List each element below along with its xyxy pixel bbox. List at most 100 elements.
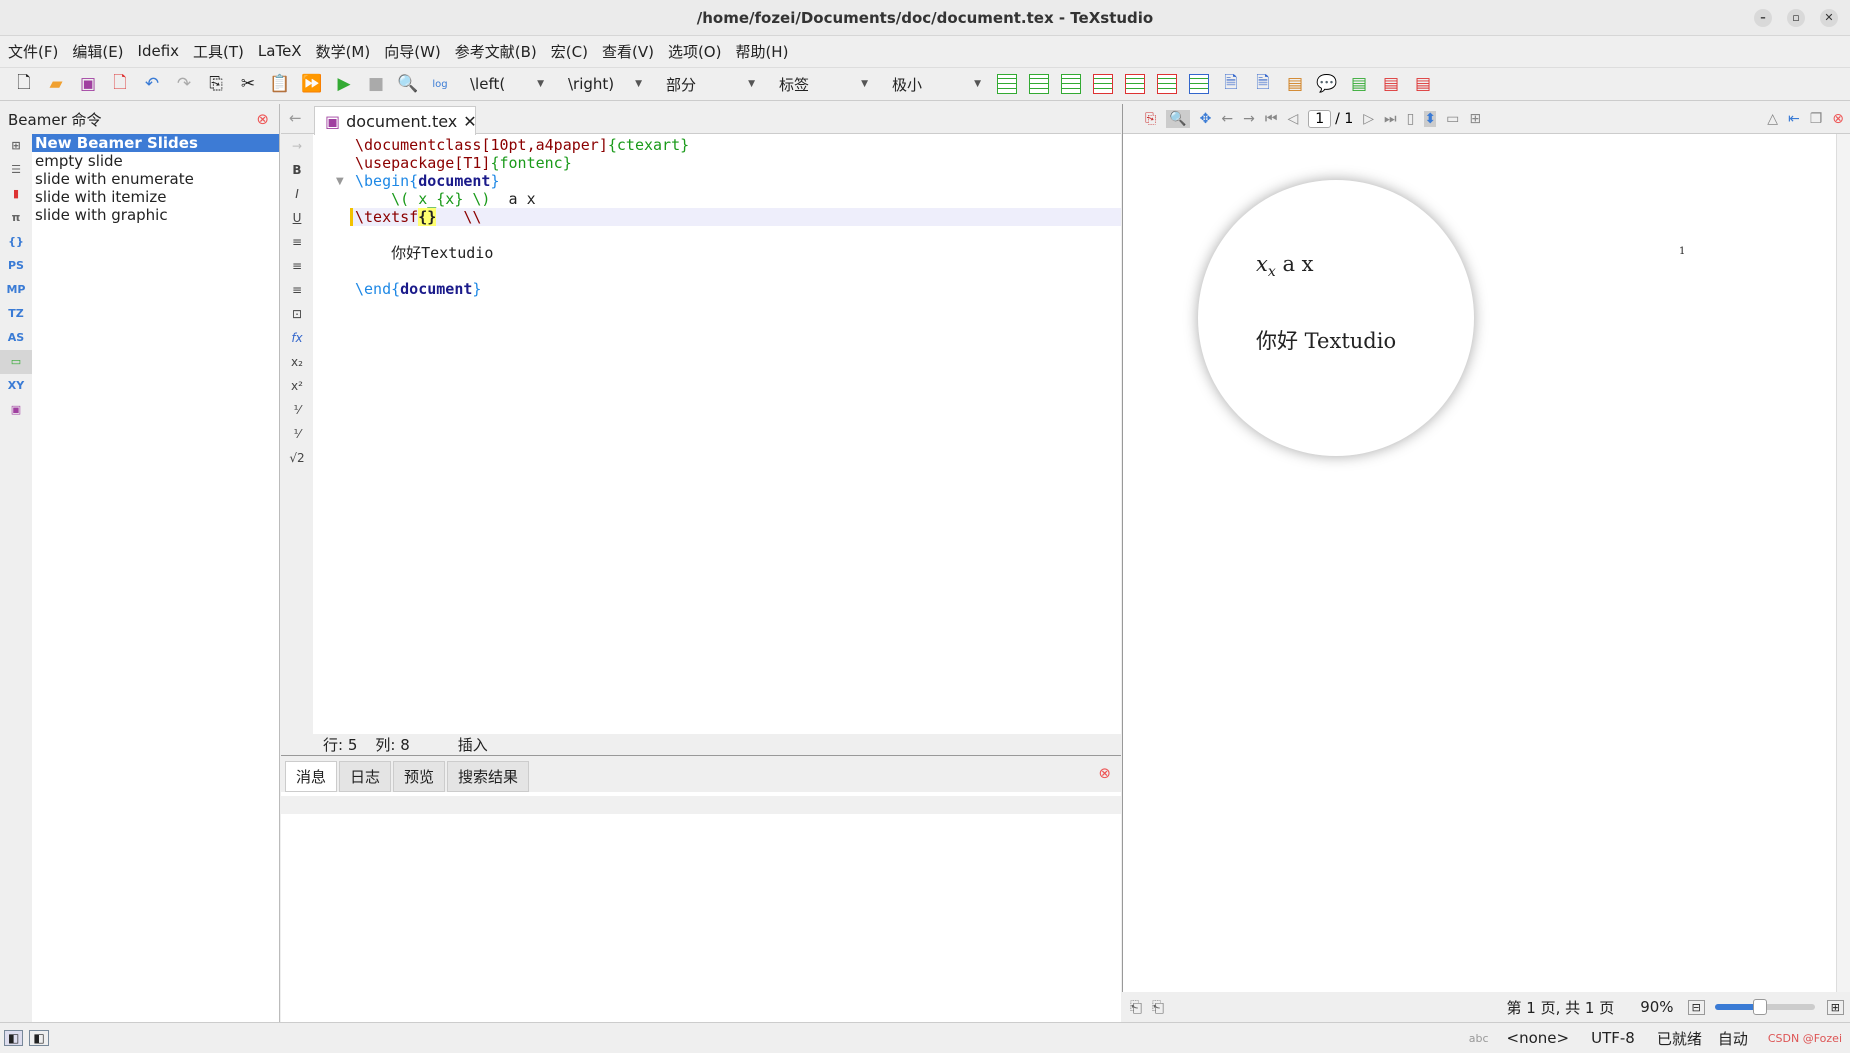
encoding-selector[interactable]: UTF-8 [1591, 1029, 1635, 1047]
brackets-icon[interactable]: {} [0, 230, 32, 254]
open-folder-icon[interactable]: ▰ [44, 72, 68, 96]
text-box-icon[interactable]: ▤ [1283, 72, 1307, 96]
menu-idefix[interactable]: Idefix [138, 42, 180, 60]
comment-icon[interactable]: 💬 [1315, 72, 1339, 96]
forward-icon[interactable]: → [1243, 111, 1255, 127]
auto-mode[interactable]: 自动 [1718, 1028, 1748, 1049]
menu-bibliography[interactable]: 参考文献(B) [455, 41, 537, 62]
language-selector[interactable]: <none> [1507, 1029, 1570, 1047]
tab-search-results[interactable]: 搜索结果 [447, 761, 530, 792]
close-button[interactable]: ✕ [1820, 9, 1838, 27]
code-line[interactable]: 你好Textudio [353, 244, 1121, 262]
text-red2-icon[interactable]: ▤ [1411, 72, 1435, 96]
cut-icon[interactable]: ✂ [236, 72, 260, 96]
minimize-button[interactable]: – [1754, 9, 1772, 27]
list-item[interactable]: New Beamer Slides [32, 134, 279, 152]
toc-icon[interactable]: ☰ [0, 158, 32, 182]
menu-options[interactable]: 选项(O) [668, 41, 722, 62]
compile-icon[interactable]: ▶ [332, 72, 356, 96]
table-icon[interactable] [995, 72, 1019, 96]
magnifier-icon[interactable]: 🔍 [1166, 109, 1190, 128]
stop-icon[interactable]: ■ [364, 72, 388, 96]
table-remove-row-icon[interactable] [1091, 72, 1115, 96]
code-line[interactable]: \usepackage[T1]{fontenc} [353, 154, 1121, 172]
tab-log[interactable]: 日志 [339, 761, 392, 792]
code-line[interactable]: \documentclass[10pt,a4paper]{ctexart} [353, 136, 1121, 154]
table-remove-column-icon[interactable] [1123, 72, 1147, 96]
paste-icon[interactable]: 📋 [268, 72, 292, 96]
bold-icon[interactable]: B [281, 158, 313, 182]
menu-view[interactable]: 查看(V) [602, 41, 654, 62]
maximize-button[interactable]: ▫ [1787, 9, 1805, 27]
beamer-icon[interactable]: ▭ [0, 350, 32, 374]
code-line[interactable]: \textsf{} \\ [350, 208, 1121, 226]
menu-macros[interactable]: 宏(C) [551, 41, 588, 62]
code-line[interactable]: \end{document} [353, 280, 1121, 298]
code-line[interactable]: \( x_{x} \) a x [353, 190, 1121, 208]
sqrt-icon[interactable]: √2 [281, 446, 313, 470]
first-page-icon[interactable]: ⏮ [1265, 111, 1278, 127]
fit-width-icon[interactable]: ▭ [1446, 111, 1459, 127]
last-page-icon[interactable]: ⏭ [1384, 111, 1397, 127]
metapost-icon[interactable]: MP [0, 278, 32, 302]
fold-arrow-icon[interactable]: ▼ [336, 176, 344, 187]
close-panel-icon[interactable]: ⊗ [1098, 764, 1111, 782]
window-icon[interactable]: ❐ [1810, 111, 1823, 127]
right-delimiter-combo[interactable]: \right) ▼ [558, 75, 648, 93]
tikz-icon[interactable]: TZ [0, 302, 32, 326]
embed-icon[interactable]: ⇤ [1788, 111, 1800, 127]
text-red-icon[interactable]: ▤ [1379, 72, 1403, 96]
bookmark-icon[interactable]: ▮ [0, 182, 32, 206]
menu-latex[interactable]: LaTeX [258, 42, 302, 60]
pan-icon[interactable]: ✥ [1200, 111, 1212, 127]
menu-edit[interactable]: 编辑(E) [72, 41, 123, 62]
zoom-in-button[interactable]: ⊞ [1826, 999, 1844, 1015]
prev-page-icon[interactable]: ◁ [1287, 111, 1298, 127]
close-tab-icon[interactable]: ✕ [463, 112, 476, 131]
structure-icon[interactable]: ⊞ [0, 134, 32, 158]
toggle-structure-icon[interactable]: ◧ [4, 1030, 24, 1046]
menu-file[interactable]: 文件(F) [8, 41, 58, 62]
copy-icon[interactable]: ⎘ [204, 72, 228, 96]
sync-to-source-icon[interactable]: ⎗ [1130, 998, 1142, 1016]
code-line[interactable] [353, 226, 1121, 244]
newline-icon[interactable]: ⊡ [281, 302, 313, 326]
redo-icon[interactable]: ↷ [172, 72, 196, 96]
align-left-icon[interactable]: ≡ [281, 230, 313, 254]
save-icon[interactable]: ▣ [76, 72, 100, 96]
table-add-row-icon[interactable] [1059, 72, 1083, 96]
zoom-out-button[interactable]: ⊟ [1687, 999, 1705, 1015]
underline-icon[interactable]: U [281, 206, 313, 230]
tab-document[interactable]: ▣ document.tex ✕ [314, 106, 477, 135]
forward-arrow-icon[interactable]: → [281, 134, 313, 158]
tab-messages[interactable]: 消息 [285, 761, 338, 792]
asymptote-icon[interactable]: AS [0, 326, 32, 350]
back-arrow-icon[interactable]: ← [289, 109, 302, 127]
view-pdf-icon[interactable]: 🔍 [396, 72, 420, 96]
font-size-combo[interactable]: 极小 ▼ [882, 74, 987, 95]
page-input[interactable]: 1 [1308, 109, 1332, 128]
text-green-icon[interactable]: ▤ [1347, 72, 1371, 96]
collapse-icon[interactable]: △ [1767, 111, 1778, 127]
view-log-icon[interactable]: log [428, 72, 452, 96]
list-item[interactable]: slide with graphic [32, 206, 279, 224]
list-item[interactable]: slide with itemize [32, 188, 279, 206]
align-right-icon[interactable]: ≡ [281, 278, 313, 302]
section-combo[interactable]: 部分 ▼ [656, 74, 761, 95]
spellcheck-icon[interactable]: abc [1469, 1032, 1489, 1045]
table-align-icon[interactable] [1187, 72, 1211, 96]
insert-mode[interactable]: 插入 [458, 734, 488, 755]
table-add-column-icon[interactable] [1027, 72, 1051, 96]
superscript-icon[interactable]: x² [281, 374, 313, 398]
symbols-icon[interactable]: π [0, 206, 32, 230]
code-editor[interactable]: \documentclass[10pt,a4paper]{ctexart} \us… [350, 136, 1121, 298]
close-file-icon[interactable]: 🗋 [108, 72, 132, 96]
code-line[interactable] [353, 262, 1121, 280]
sync-from-source-icon[interactable]: ⎗ [1152, 998, 1164, 1016]
menu-wizards[interactable]: 向导(W) [384, 41, 441, 62]
table-cut-icon[interactable] [1155, 72, 1179, 96]
math-icon[interactable]: fx [281, 326, 313, 350]
italic-icon[interactable]: I [281, 182, 313, 206]
subscript-icon[interactable]: x₂ [281, 350, 313, 374]
menu-tools[interactable]: 工具(T) [193, 41, 244, 62]
